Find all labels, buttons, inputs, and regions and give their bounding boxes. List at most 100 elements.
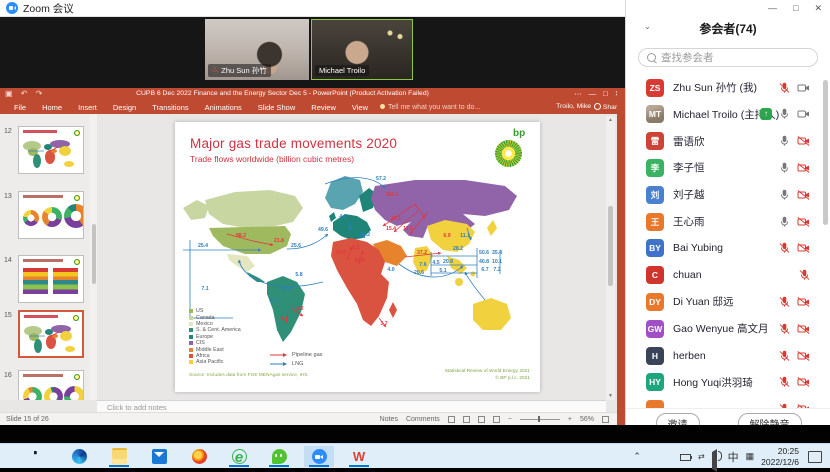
scroll-up-icon[interactable]: ▲ xyxy=(606,117,615,123)
mic-muted-icon[interactable] xyxy=(779,350,790,362)
participant-row[interactable]: MTMichael Troilo (主持人)↑ xyxy=(626,101,824,128)
mouse-icon[interactable] xyxy=(664,452,673,461)
ribbon-options-icon[interactable]: ⋯ xyxy=(574,89,582,98)
taskbar-file-explorer-icon[interactable] xyxy=(104,446,134,467)
ppt-account-name[interactable]: Troilo, Mike xyxy=(556,103,591,110)
participant-row[interactable]: GWGao Wenyue 高文月 xyxy=(626,315,824,342)
mic-muted-icon[interactable] xyxy=(799,269,810,281)
normal-view-icon[interactable] xyxy=(448,416,455,423)
ppt-tab-insert[interactable]: Insert xyxy=(70,101,105,114)
participant-row[interactable]: DYDi Yuan 邸远 xyxy=(626,288,824,315)
comments-toggle[interactable]: Comments xyxy=(406,416,440,423)
tell-me-box[interactable]: Tell me what you want to do... xyxy=(380,104,480,111)
mic-muted-icon[interactable] xyxy=(779,242,790,254)
ime-chinese-indicator[interactable]: 中 xyxy=(728,449,739,465)
clock[interactable]: 20:25 2022/12/6 xyxy=(761,446,799,467)
mic-muted-icon[interactable] xyxy=(779,376,790,388)
ppt-tab-home[interactable]: Home xyxy=(34,101,70,114)
slide-canvas[interactable]: Major gas trade movements 2020 Trade flo… xyxy=(175,122,540,392)
zoom-in-icon[interactable]: + xyxy=(568,416,572,423)
search-input[interactable]: 查找参会者 xyxy=(638,48,818,67)
network-icon[interactable]: ⇄ xyxy=(698,452,705,461)
participant-row[interactable]: Hherben xyxy=(626,342,824,369)
mic-muted-icon[interactable] xyxy=(779,82,790,94)
participant-name: Bai Yubing xyxy=(673,242,723,254)
panel-close-icon[interactable]: ✕ xyxy=(814,3,822,14)
mic-icon[interactable] xyxy=(779,108,790,120)
zoom-slider[interactable] xyxy=(520,419,560,420)
usb-device-icon[interactable] xyxy=(648,452,657,461)
ppt-tab-file[interactable]: File xyxy=(6,101,34,114)
ppt-tab-slide-show[interactable]: Slide Show xyxy=(250,101,304,114)
mic-icon[interactable] xyxy=(779,189,790,201)
minimize-icon[interactable]: — xyxy=(589,89,597,98)
participant-row[interactable]: 王王心雨 xyxy=(626,208,824,235)
mic-muted-icon[interactable] xyxy=(779,296,790,308)
taskbar-edge-icon[interactable] xyxy=(64,446,94,467)
taskbar-wechat-icon[interactable] xyxy=(264,446,294,467)
participant-row[interactable]: Cchuan xyxy=(626,262,824,289)
reaction-badge-icon: ↑ xyxy=(760,108,772,120)
participant-row[interactable]: 刘刘子越 xyxy=(626,181,824,208)
maximize-icon[interactable]: □ xyxy=(603,89,608,98)
ime-mode-grid-icon[interactable]: ▦ xyxy=(746,451,755,462)
thumbnail-scrollbar[interactable] xyxy=(90,114,97,400)
video-tile-michael-troilo[interactable]: Michael Troilo xyxy=(311,19,413,80)
notes-toggle[interactable]: Notes xyxy=(380,416,398,423)
ppt-tab-review[interactable]: Review xyxy=(303,101,344,114)
camera-off-icon[interactable] xyxy=(797,162,810,174)
panel-maximize-icon[interactable]: □ xyxy=(793,3,798,14)
mic-icon[interactable] xyxy=(779,135,790,147)
camera-off-icon[interactable] xyxy=(797,376,810,388)
scroll-down-icon[interactable]: ▼ xyxy=(606,393,615,399)
taskbar-mail-icon[interactable] xyxy=(144,446,174,467)
slide-scrollbar[interactable]: ▲ ▼ xyxy=(606,116,615,400)
camera-icon[interactable] xyxy=(797,82,810,94)
participants-scrollbar[interactable] xyxy=(823,76,828,406)
action-center-icon[interactable] xyxy=(808,451,822,463)
panel-minimize-icon[interactable]: — xyxy=(768,3,777,14)
ppt-tab-transitions[interactable]: Transitions xyxy=(144,101,196,114)
mic-muted-icon[interactable] xyxy=(779,323,790,335)
ppt-tab-view[interactable]: View xyxy=(344,101,376,114)
reading-view-icon[interactable] xyxy=(478,416,485,423)
slide-sorter-icon[interactable] xyxy=(463,416,470,423)
mic-icon[interactable] xyxy=(779,162,790,174)
camera-off-icon[interactable] xyxy=(797,350,810,362)
wps-icon: W xyxy=(352,449,367,464)
participant-row[interactable]: 李李子恒 xyxy=(626,154,824,181)
ppt-tab-animations[interactable]: Animations xyxy=(197,101,250,114)
speaker-icon[interactable] xyxy=(712,452,721,461)
camera-off-icon[interactable] xyxy=(797,323,810,335)
participant-row[interactable]: BYBai Yubing xyxy=(626,235,824,262)
flow-value-label: 15.4 xyxy=(386,226,396,232)
fit-slide-icon[interactable] xyxy=(602,416,609,423)
participants-panel: — □ ✕ ⌄ 参会者(74) 查找参会者 ZSZhu Sun 孙竹 (我)MT… xyxy=(625,0,830,437)
slideshow-icon[interactable] xyxy=(493,416,500,423)
zoom-percent[interactable]: 56% xyxy=(580,416,594,423)
camera-off-icon[interactable] xyxy=(797,216,810,228)
camera-off-icon[interactable] xyxy=(797,135,810,147)
taskbar-zoom-icon[interactable] xyxy=(304,446,334,467)
camera-off-icon[interactable] xyxy=(797,242,810,254)
ppt-titlebar[interactable]: ▣ ↶ ↷ CUPB 6 Dec 2022 Finance and the En… xyxy=(0,88,625,101)
camera-off-icon[interactable] xyxy=(797,296,810,308)
mic-icon[interactable] xyxy=(779,216,790,228)
taskbar-green-browser-icon[interactable]: e xyxy=(224,446,254,467)
camera-off-icon[interactable] xyxy=(797,189,810,201)
participant-row[interactable]: HYHong Yuqi洪羽琦 xyxy=(626,369,824,396)
participant-row[interactable]: ZSZhu Sun 孙竹 (我) xyxy=(626,74,824,101)
video-name-label: Michael Troilo xyxy=(315,65,369,76)
taskbar-start-icon[interactable] xyxy=(24,446,54,467)
ppt-tab-design[interactable]: Design xyxy=(105,101,144,114)
camera-icon[interactable] xyxy=(797,108,810,120)
green-browser-icon: e xyxy=(232,449,247,464)
taskbar-firefox-icon[interactable] xyxy=(184,446,214,467)
taskbar-wps-icon[interactable]: W xyxy=(344,446,374,467)
firefox-icon xyxy=(192,449,207,464)
video-tile-zhu-sun[interactable]: ⚠Zhu Sun 孙竹 xyxy=(205,19,309,80)
hidden-icons-chevron-icon[interactable]: ⌃ xyxy=(633,451,641,462)
participant-row[interactable]: 雷雷语欣 xyxy=(626,128,824,155)
battery-icon[interactable] xyxy=(680,454,691,461)
zoom-out-icon[interactable]: − xyxy=(508,416,512,423)
